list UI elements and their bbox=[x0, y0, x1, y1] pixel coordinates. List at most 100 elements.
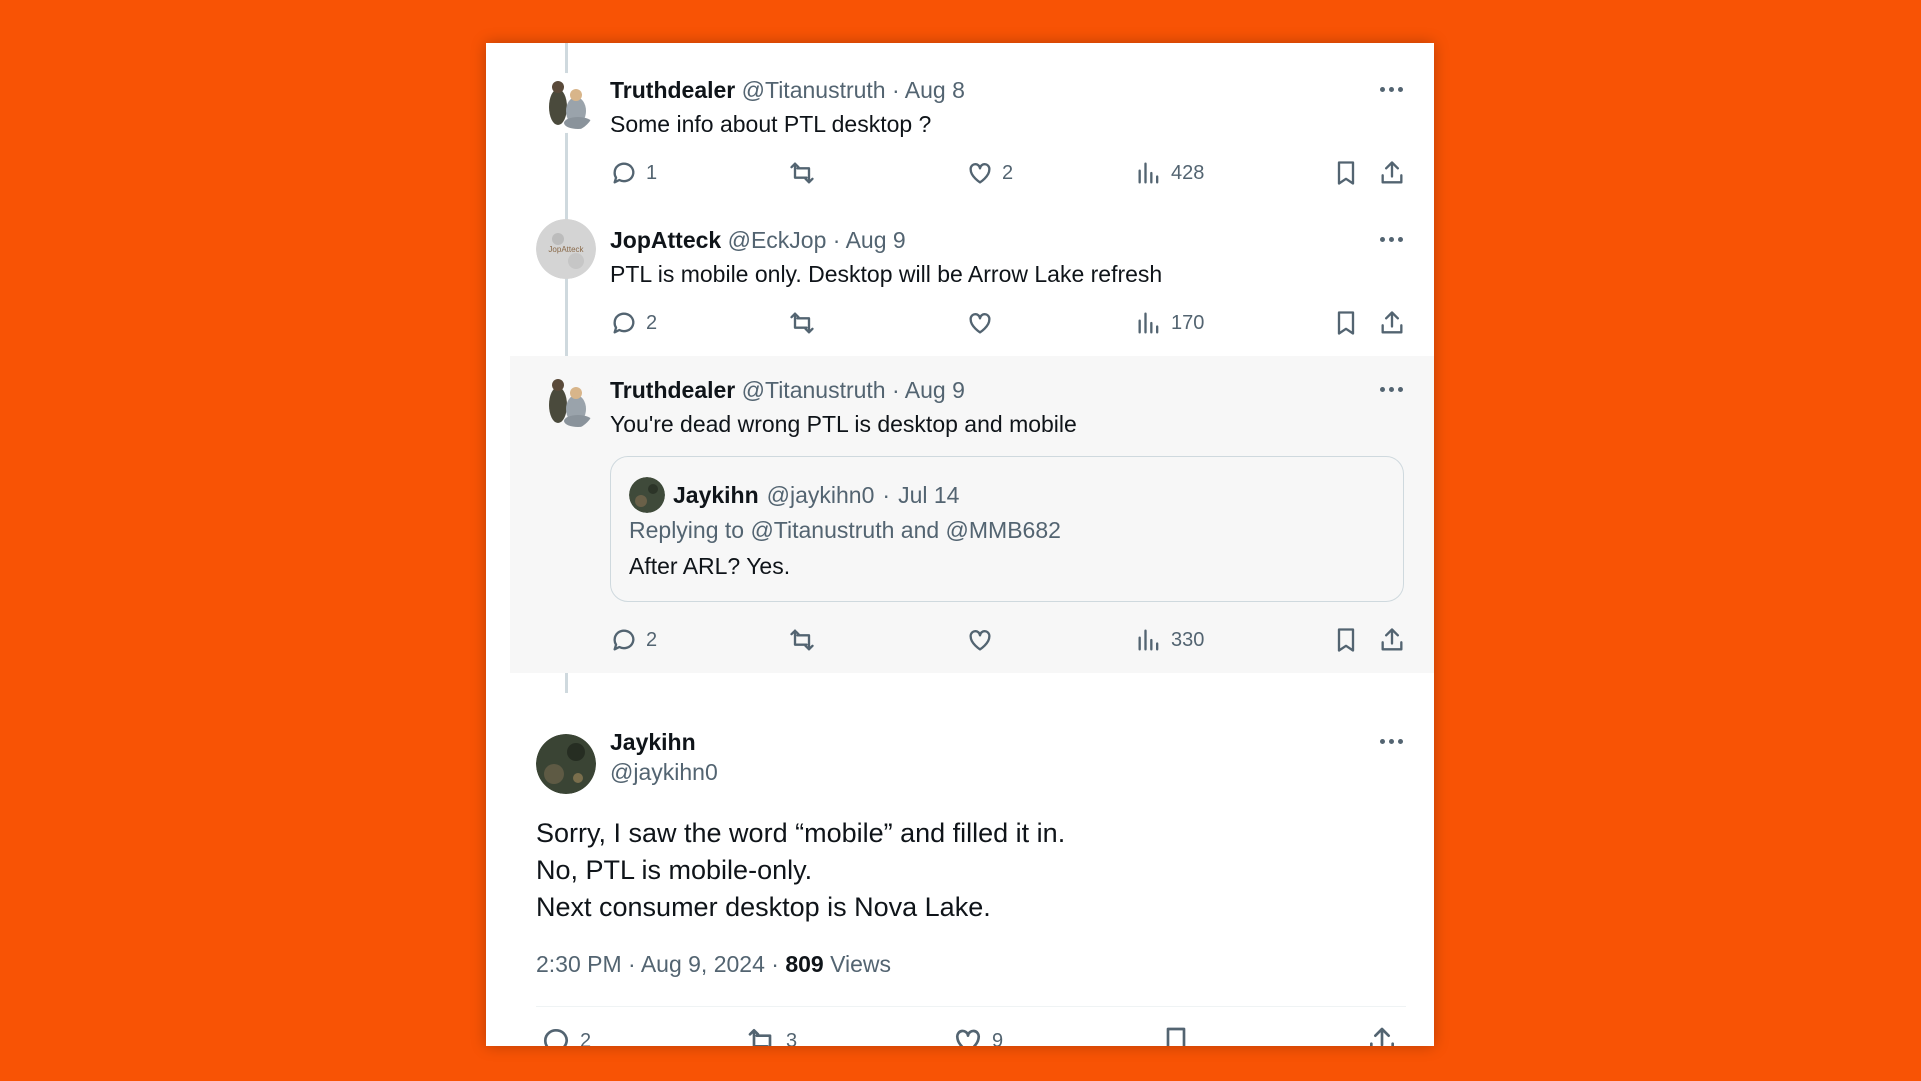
like-icon bbox=[955, 1029, 981, 1046]
views-count: 330 bbox=[1171, 628, 1205, 651]
thread-tweet-3[interactable]: Truthdealer @Titanustruth · Aug 9 You're… bbox=[510, 356, 1434, 673]
author-handle[interactable]: @Titanustruth bbox=[742, 77, 886, 103]
bookmark-button[interactable] bbox=[1332, 307, 1360, 339]
more-icon[interactable] bbox=[1376, 383, 1406, 395]
tweet-date[interactable]: Aug 9 bbox=[846, 227, 906, 253]
views-count: 809 bbox=[785, 951, 824, 977]
separator: · bbox=[892, 77, 900, 103]
reply-button[interactable]: 2 bbox=[610, 307, 657, 339]
retweet-button[interactable]: 3 bbox=[746, 1025, 797, 1046]
share-icon bbox=[1381, 311, 1403, 334]
replying-to: Replying to @Titanustruth and @MMB682 bbox=[629, 517, 1061, 543]
share-button[interactable] bbox=[1366, 1025, 1398, 1046]
tweet-header: Truthdealer @Titanustruth · Aug 9 bbox=[610, 377, 965, 404]
views-icon bbox=[1138, 162, 1159, 184]
reply-icon bbox=[613, 312, 635, 334]
tweet-header: Truthdealer @Titanustruth · Aug 8 bbox=[610, 77, 965, 104]
thread-tweet-2[interactable]: JopAtteck JopAtteck @EckJop · Aug 9 PTL … bbox=[486, 193, 1434, 343]
like-icon bbox=[969, 313, 991, 334]
tweet-text: PTL is mobile only. Desktop will be Arro… bbox=[610, 261, 1163, 287]
avatar bbox=[629, 477, 665, 513]
tweet-text: Some info about PTL desktop ? bbox=[610, 111, 932, 137]
retweet-button[interactable] bbox=[788, 157, 824, 189]
bookmark-icon bbox=[1337, 161, 1355, 185]
avatar[interactable] bbox=[536, 734, 596, 794]
tweet-meta: 2:30 PM · Aug 9, 2024 · 809 Views bbox=[536, 951, 891, 978]
like-icon bbox=[969, 630, 991, 651]
bookmark-button[interactable] bbox=[1160, 1025, 1192, 1046]
views-button[interactable]: 330 bbox=[1135, 624, 1204, 656]
bookmark-button[interactable] bbox=[1332, 157, 1360, 189]
retweet-icon bbox=[790, 629, 814, 651]
more-icon[interactable] bbox=[1376, 233, 1406, 245]
separator: · bbox=[832, 227, 841, 253]
retweet-button[interactable] bbox=[788, 307, 824, 339]
like-button[interactable] bbox=[966, 624, 1002, 656]
share-button[interactable] bbox=[1378, 307, 1406, 339]
retweet-icon bbox=[748, 1029, 772, 1046]
like-count: 9 bbox=[992, 1029, 1004, 1047]
thread-tweet-1[interactable]: Truthdealer @Titanustruth · Aug 8 Some i… bbox=[486, 43, 1434, 193]
like-count: 2 bbox=[1002, 161, 1014, 184]
share-button[interactable] bbox=[1378, 157, 1406, 189]
tweet-actions: 2 170 bbox=[610, 307, 1403, 339]
tweet-header: JopAtteck @EckJop · Aug 9 bbox=[610, 227, 906, 254]
main-tweet-line: No, PTL is mobile-only. bbox=[536, 855, 813, 885]
avatar[interactable] bbox=[536, 73, 596, 133]
bookmark-button[interactable] bbox=[1332, 624, 1360, 656]
author-handle[interactable]: @Titanustruth bbox=[742, 377, 886, 403]
reply-button[interactable]: 1 bbox=[610, 157, 657, 189]
reply-count: 2 bbox=[580, 1029, 592, 1047]
retweet-icon bbox=[790, 312, 814, 334]
author-name[interactable]: Truthdealer bbox=[610, 377, 735, 403]
quoted-tweet-date: Jul 14 bbox=[898, 481, 960, 508]
like-icon bbox=[969, 163, 991, 184]
main-tweet-line: Next consumer desktop is Nova Lake. bbox=[536, 892, 991, 922]
share-button[interactable] bbox=[1378, 624, 1406, 656]
reply-button[interactable]: 2 bbox=[610, 624, 657, 656]
reply-count: 1 bbox=[646, 161, 658, 184]
retweet-icon bbox=[790, 162, 814, 184]
like-button[interactable]: 9 bbox=[952, 1025, 1003, 1046]
avatar[interactable] bbox=[536, 371, 596, 431]
more-icon[interactable] bbox=[1376, 83, 1406, 95]
main-tweet-line: Sorry, I saw the word “mobile” and fille… bbox=[536, 818, 1066, 848]
views-count: 170 bbox=[1171, 311, 1205, 334]
main-tweet-actions: 2 3 9 bbox=[536, 1025, 1406, 1046]
views-button[interactable]: 170 bbox=[1135, 307, 1204, 339]
author-handle[interactable]: @jaykihn0 bbox=[610, 759, 718, 786]
reply-icon bbox=[543, 1029, 568, 1046]
like-button[interactable]: 2 bbox=[966, 157, 1013, 189]
more-icon[interactable] bbox=[1376, 735, 1406, 747]
tweet-date[interactable]: Aug 9 bbox=[905, 377, 965, 403]
author-handle[interactable]: @EckJop bbox=[728, 227, 827, 253]
avatar[interactable]: JopAtteck bbox=[536, 219, 596, 279]
views-button[interactable]: 428 bbox=[1135, 157, 1204, 189]
quoted-tweet[interactable]: Jaykihn @jaykihn0 · Jul 14 Replying to @… bbox=[610, 456, 1404, 602]
tweet-date[interactable]: Aug 8 bbox=[905, 77, 965, 103]
tweet-text: You're dead wrong PTL is desktop and mob… bbox=[610, 411, 1077, 437]
retweet-count: 3 bbox=[786, 1029, 798, 1047]
svg-text:JopAtteck: JopAtteck bbox=[548, 245, 584, 254]
quoted-author-name: Jaykihn bbox=[673, 481, 759, 508]
bookmark-icon bbox=[1166, 1027, 1186, 1046]
tweet-timestamp[interactable]: 2:30 PM · Aug 9, 2024 · bbox=[536, 951, 785, 977]
reply-count: 2 bbox=[646, 311, 658, 334]
quoted-tweet-header: Jaykihn @jaykihn0 · Jul 14 bbox=[629, 477, 959, 513]
reply-count: 2 bbox=[646, 628, 658, 651]
views-label: Views bbox=[823, 951, 892, 977]
like-button[interactable] bbox=[966, 307, 1002, 339]
author-name[interactable]: Truthdealer bbox=[610, 77, 735, 103]
separator: · bbox=[892, 377, 900, 403]
reply-icon bbox=[613, 629, 635, 651]
tweet-actions: 1 2 428 bbox=[610, 157, 1403, 189]
author-name[interactable]: JopAtteck bbox=[610, 227, 721, 253]
retweet-button[interactable] bbox=[788, 624, 824, 656]
bookmark-icon bbox=[1337, 628, 1355, 652]
separator: · bbox=[882, 481, 891, 508]
reply-button[interactable]: 2 bbox=[540, 1025, 591, 1046]
quoted-tweet-text: After ARL? Yes. bbox=[629, 553, 791, 579]
author-name[interactable]: Jaykihn bbox=[610, 729, 696, 756]
share-icon bbox=[1370, 1027, 1394, 1046]
main-tweet: Jaykihn @jaykihn0 Sorry, I saw the word … bbox=[486, 693, 1434, 1046]
